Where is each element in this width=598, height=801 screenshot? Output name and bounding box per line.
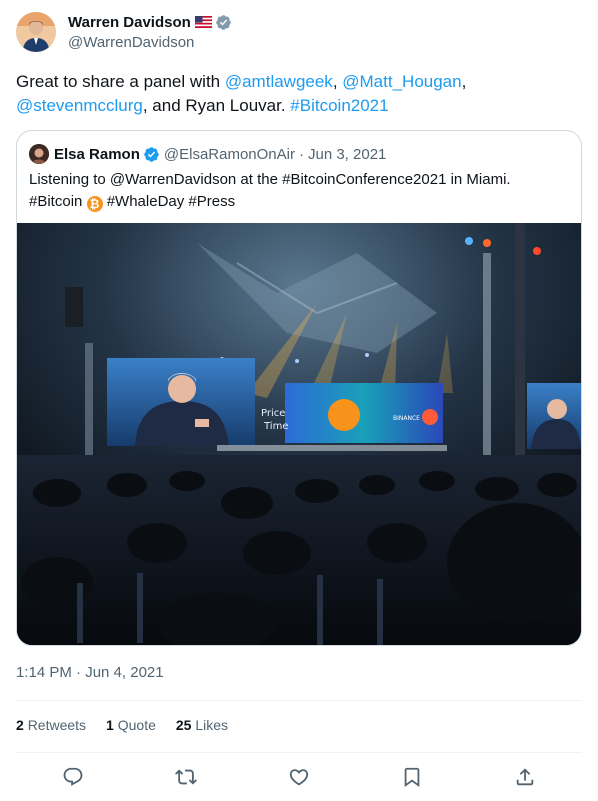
quoted-text-line1: Listening to @WarrenDavidson at the #Bit… — [29, 171, 511, 188]
conference-photo[interactable]: Price Time BINANCE — [17, 223, 582, 646]
likes-stat[interactable]: 25 Likes — [176, 717, 228, 733]
likes-label: Likes — [195, 717, 229, 733]
us-flag-icon — [194, 16, 212, 28]
quoted-hashtags: #WhaleDay #Press — [106, 193, 236, 210]
quotes-count: 1 — [106, 717, 114, 733]
author-handle[interactable]: @WarrenDavidson — [68, 34, 232, 51]
tweet-text-part: , — [461, 72, 467, 91]
mention-link[interactable]: @amtlawgeek — [225, 72, 333, 91]
tweet-text: Great to share a panel with @amtlawgeek,… — [16, 70, 582, 118]
quoted-author-avatar — [29, 144, 49, 164]
verified-blue-icon — [144, 146, 159, 162]
tweet-text-part: Great to share a panel with — [16, 72, 225, 91]
hashtag-link[interactable]: #Bitcoin2021 — [290, 96, 388, 115]
svg-text:Time: Time — [263, 421, 288, 432]
mention-link[interactable]: @stevenmcclurg — [16, 96, 143, 115]
divider — [16, 700, 582, 701]
likes-count: 25 — [175, 717, 192, 733]
action-bar — [16, 762, 582, 792]
share-icon[interactable] — [514, 766, 536, 788]
tweet-text-part: , — [332, 72, 343, 91]
quotes-label: Quote — [117, 717, 156, 733]
quoted-text: Listening to @WarrenDavidson at the #Bit… — [29, 169, 569, 213]
divider — [16, 752, 582, 753]
quoted-tweet-header: Elsa Ramon @ElsaRamonOnAir · Jun 3, 2021 — [29, 144, 386, 164]
retweets-stat[interactable]: 2 Retweets — [16, 717, 86, 733]
quoted-author-handle: @ElsaRamonOnAir — [163, 145, 295, 163]
quotes-stat[interactable]: 1 Quote — [106, 717, 156, 733]
like-icon[interactable] — [288, 766, 310, 788]
bookmark-icon[interactable] — [401, 766, 423, 788]
quoted-author-name: Elsa Ramon — [54, 145, 140, 163]
tweet-timestamp[interactable]: 1:14 PM · Jun 4, 2021 — [16, 664, 164, 681]
tweet-header: Warren Davidson @WarrenDavidson — [16, 12, 232, 52]
tweet-text-part: , and Ryan Louvar. — [142, 96, 291, 115]
bitcoin-emoji-icon: ₿ — [86, 196, 103, 212]
author-avatar[interactable] — [16, 12, 56, 52]
verified-gray-icon[interactable] — [215, 14, 232, 31]
quoted-hashtag: #Bitcoin — [29, 193, 83, 210]
retweets-count: 2 — [16, 717, 24, 733]
reply-icon[interactable] — [62, 766, 84, 788]
svg-text:Price: Price — [261, 408, 285, 419]
retweet-icon[interactable] — [175, 766, 197, 788]
quoted-tweet[interactable]: Elsa Ramon @ElsaRamonOnAir · Jun 3, 2021… — [16, 130, 582, 646]
author-display-name[interactable]: Warren Davidson — [68, 14, 191, 31]
quoted-date: Jun 3, 2021 — [307, 145, 387, 163]
engagement-stats: 2 Retweets 1 Quote 25 Likes — [16, 717, 248, 733]
svg-text:BINANCE: BINANCE — [393, 415, 420, 422]
retweets-label: Retweets — [27, 717, 87, 733]
dot-separator: · — [298, 145, 304, 163]
mention-link[interactable]: @Matt_Hougan — [342, 72, 461, 91]
